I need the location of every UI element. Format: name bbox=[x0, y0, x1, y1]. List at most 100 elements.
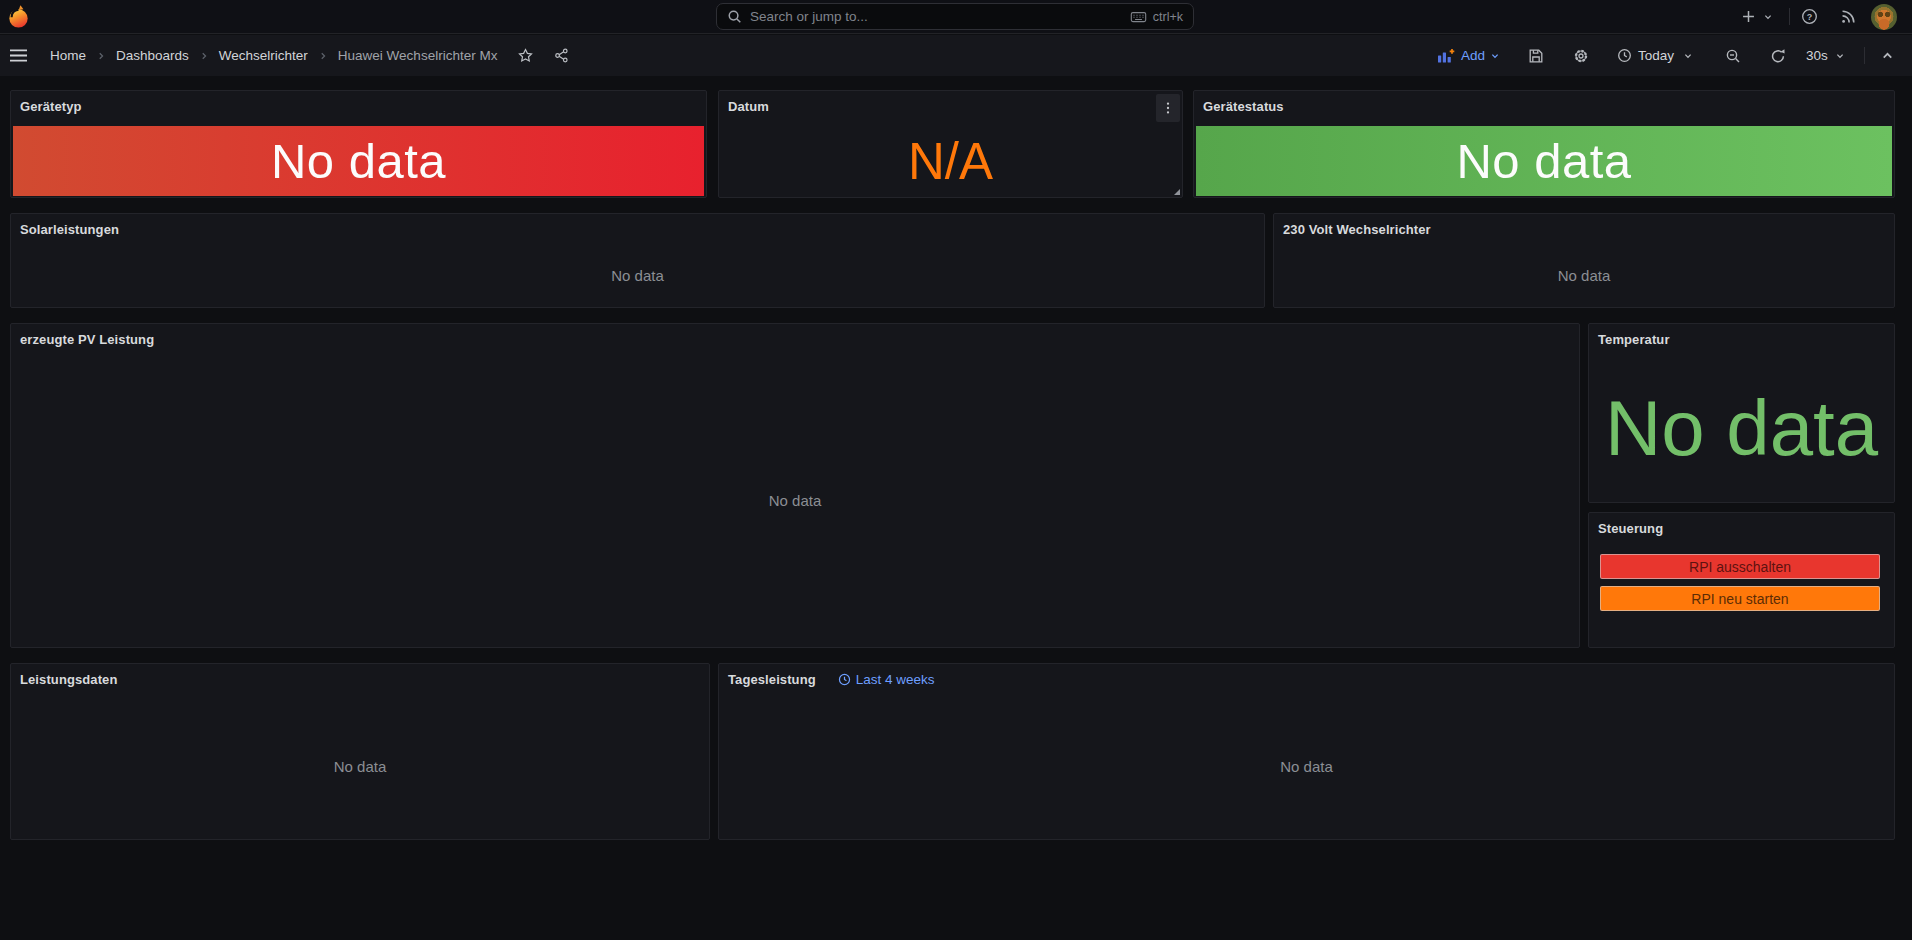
help-icon: ? bbox=[1801, 8, 1818, 25]
save-dashboard-button[interactable] bbox=[1528, 35, 1544, 76]
no-data-label: No data bbox=[611, 267, 664, 284]
search-input[interactable]: Search or jump to... ctrl+k bbox=[716, 3, 1194, 30]
panel-content: No data bbox=[12, 695, 708, 838]
time-range-picker[interactable]: Today bbox=[1617, 35, 1694, 76]
no-data-label: No data bbox=[334, 758, 387, 775]
plus-icon bbox=[1741, 9, 1756, 24]
zoom-out-button[interactable] bbox=[1725, 35, 1741, 76]
panel-header: Gerätetyp bbox=[11, 91, 706, 122]
panel-header: Tagesleistung Last 4 weeks bbox=[719, 664, 1894, 695]
panel-leistungsdaten: Leistungsdaten No data bbox=[10, 663, 710, 840]
stat-value-block: No data bbox=[1196, 126, 1892, 196]
chevron-down-icon bbox=[1682, 50, 1694, 62]
chevron-right-icon bbox=[318, 51, 328, 61]
panel-header: Datum bbox=[719, 91, 1182, 122]
news-rss-button[interactable] bbox=[1840, 0, 1857, 33]
gear-icon bbox=[1573, 48, 1589, 64]
panel-content: No data bbox=[12, 355, 1578, 646]
panel-title[interactable]: Tagesleistung bbox=[728, 672, 816, 687]
panel-title[interactable]: Temperatur bbox=[1598, 332, 1670, 347]
zoom-out-icon bbox=[1725, 48, 1741, 64]
stat-value: No data bbox=[1605, 383, 1878, 474]
panel-title[interactable]: Solarleistungen bbox=[20, 222, 119, 237]
clock-icon bbox=[1617, 48, 1632, 63]
panel-title[interactable]: erzeugte PV Leistung bbox=[20, 332, 154, 347]
panel-header: erzeugte PV Leistung bbox=[11, 324, 1579, 355]
dashboard-settings-button[interactable] bbox=[1573, 35, 1589, 76]
breadcrumb-current: Huawei Wechselrichter Mx bbox=[338, 48, 498, 63]
panel-title[interactable]: Datum bbox=[728, 99, 769, 114]
panel-title[interactable]: Steuerung bbox=[1598, 521, 1663, 536]
panel-solarleistungen: Solarleistungen No data bbox=[10, 213, 1265, 308]
rpi-shutdown-button[interactable]: RPI ausschalten bbox=[1600, 554, 1880, 579]
toolbar-divider bbox=[1864, 35, 1865, 76]
stat-value-block: No data bbox=[1590, 355, 1893, 501]
panel-datum: Datum N/A bbox=[718, 90, 1183, 198]
search-placeholder: Search or jump to... bbox=[750, 9, 868, 24]
svg-text:?: ? bbox=[1807, 12, 1812, 22]
dashboard-toolbar: Home Dashboards Wechselrichter Huawei We… bbox=[0, 35, 1912, 76]
chevron-down-icon bbox=[1762, 11, 1774, 23]
panel-header: Temperatur bbox=[1589, 324, 1894, 355]
panel-menu-button[interactable] bbox=[1156, 94, 1180, 122]
save-icon bbox=[1528, 48, 1544, 64]
rpi-restart-button[interactable]: RPI neu starten bbox=[1600, 586, 1880, 611]
panel-content: No data bbox=[720, 695, 1893, 838]
grafana-dashboard: Search or jump to... ctrl+k bbox=[0, 0, 1912, 940]
share-button[interactable] bbox=[548, 48, 575, 63]
refresh-interval-dropdown[interactable]: 30s bbox=[1806, 35, 1846, 76]
panel-content: No data bbox=[12, 245, 1263, 306]
collapse-toolbar-button[interactable] bbox=[1880, 35, 1895, 76]
chevron-down-icon bbox=[1489, 50, 1501, 62]
panel-title[interactable]: Gerätestatus bbox=[1203, 99, 1284, 114]
panel-230v-wechselrichter: 230 Volt Wechselrichter No data bbox=[1273, 213, 1895, 308]
refresh-button[interactable] bbox=[1770, 35, 1786, 76]
panel-header: Solarleistungen bbox=[11, 214, 1264, 245]
no-data-label: No data bbox=[1280, 758, 1333, 775]
panel-resize-handle[interactable] bbox=[1174, 189, 1180, 195]
new-menu-button[interactable] bbox=[1741, 0, 1774, 33]
top-navbar: Search or jump to... ctrl+k bbox=[0, 0, 1912, 34]
stat-value-block: No data bbox=[13, 126, 704, 196]
panel-geraetestatus: Gerätestatus No data bbox=[1193, 90, 1895, 198]
search-icon bbox=[727, 9, 742, 24]
add-panel-icon bbox=[1437, 48, 1455, 64]
breadcrumb-dashboards[interactable]: Dashboards bbox=[116, 48, 189, 63]
rss-icon bbox=[1840, 8, 1857, 25]
panel-geraetetyp: Gerätetyp No data bbox=[10, 90, 707, 198]
chevron-right-icon bbox=[199, 51, 209, 61]
stat-value: No data bbox=[271, 133, 446, 189]
menu-toggle-button[interactable] bbox=[10, 48, 27, 63]
user-avatar[interactable] bbox=[1871, 0, 1897, 33]
refresh-icon bbox=[1770, 48, 1786, 64]
breadcrumb-folder[interactable]: Wechselrichter bbox=[219, 48, 308, 63]
clock-icon bbox=[838, 673, 851, 686]
chevron-right-icon bbox=[96, 51, 106, 61]
panel-time-override[interactable]: Last 4 weeks bbox=[838, 672, 935, 687]
breadcrumb: Home Dashboards Wechselrichter Huawei We… bbox=[50, 35, 575, 76]
panel-content: No data bbox=[1275, 245, 1893, 306]
star-icon bbox=[518, 48, 533, 63]
breadcrumb-home[interactable]: Home bbox=[50, 48, 86, 63]
kebab-icon bbox=[1161, 101, 1175, 115]
grafana-logo[interactable] bbox=[8, 4, 29, 30]
panel-header: Leistungsdaten bbox=[11, 664, 709, 695]
stat-value: No data bbox=[1456, 133, 1631, 189]
search-shortcut: ctrl+k bbox=[1130, 9, 1183, 25]
share-icon bbox=[554, 48, 569, 63]
help-button[interactable]: ? bbox=[1801, 0, 1818, 33]
favorite-button[interactable] bbox=[511, 48, 540, 63]
panel-title[interactable]: Gerätetyp bbox=[20, 99, 82, 114]
panel-tagesleistung: Tagesleistung Last 4 weeks No data bbox=[718, 663, 1895, 840]
panel-header: Steuerung bbox=[1589, 513, 1894, 544]
add-button[interactable]: Add bbox=[1437, 35, 1501, 76]
panel-title[interactable]: Leistungsdaten bbox=[20, 672, 117, 687]
panel-title[interactable]: 230 Volt Wechselrichter bbox=[1283, 222, 1431, 237]
stat-value-block: N/A bbox=[721, 126, 1180, 196]
hamburger-icon bbox=[10, 48, 27, 63]
panel-steuerung: Steuerung RPI ausschalten RPI neu starte… bbox=[1588, 512, 1895, 648]
chevron-up-icon bbox=[1880, 48, 1895, 63]
panel-header: Gerätestatus bbox=[1194, 91, 1894, 122]
panel-header: 230 Volt Wechselrichter bbox=[1274, 214, 1894, 245]
chevron-down-icon bbox=[1834, 50, 1846, 62]
